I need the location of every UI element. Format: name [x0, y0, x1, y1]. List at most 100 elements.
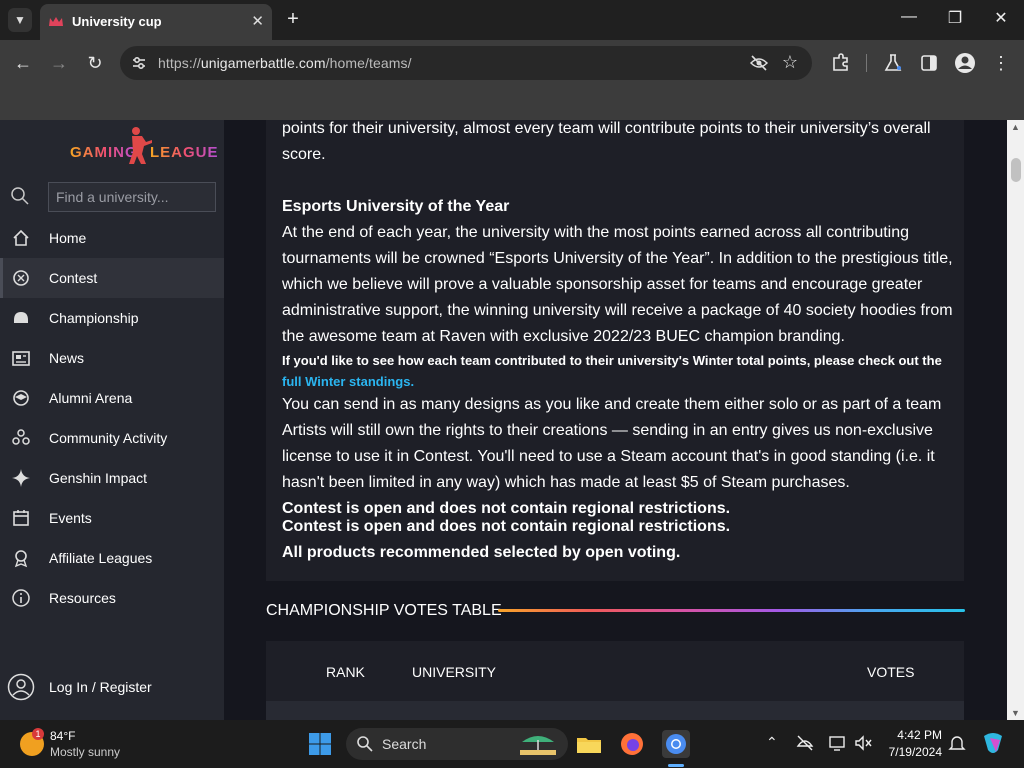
search-input[interactable]	[48, 182, 216, 212]
profile-avatar-icon[interactable]	[954, 52, 976, 74]
restore-icon[interactable]: ❐	[944, 8, 966, 28]
scroll-up-arrow-icon[interactable]: ▲	[1007, 122, 1024, 132]
sidebar: GAMING LEAGUE Home Contest Championship …	[0, 120, 224, 720]
minimize-icon[interactable]: —	[898, 8, 920, 26]
rule-line-3: All products recommended selected by ope…	[282, 544, 681, 561]
scrollbar-thumb[interactable]	[1011, 158, 1021, 182]
column-header-votes[interactable]: VOTES	[867, 664, 914, 680]
search-icon	[357, 736, 373, 752]
new-tab-button[interactable]: +	[282, 8, 304, 30]
tab-search-dropdown-icon[interactable]: ▼	[8, 8, 32, 32]
bookmark-star-icon[interactable]: ☆	[782, 52, 798, 73]
tab-close-icon[interactable]: ✕	[251, 12, 264, 30]
designs-paragraph: You can send in as many designs as you l…	[282, 396, 942, 491]
side-panel-icon[interactable]	[918, 52, 940, 74]
calendar-icon	[13, 510, 29, 526]
windows-start-icon[interactable]	[308, 732, 332, 756]
crown-favicon-icon	[49, 17, 63, 26]
scroll-down-arrow-icon[interactable]: ▼	[1007, 708, 1024, 718]
file-explorer-icon[interactable]	[575, 730, 603, 758]
sidebar-item-label: Resources	[49, 590, 116, 606]
university-of-year-paragraph: At the end of each year, the university …	[282, 224, 953, 345]
copilot-icon[interactable]	[980, 730, 1006, 756]
sidebar-item-label: Home	[49, 230, 87, 246]
bookmark-bar	[0, 86, 1024, 120]
sidebar-item-label: Community Activity	[49, 430, 168, 446]
column-header-rank[interactable]: RANK	[326, 664, 365, 680]
search-highlight-beach-icon	[520, 736, 556, 755]
address-bar[interactable]: https://unigamerbattle.com/home/teams/ ☆	[120, 46, 812, 80]
helmet-icon	[14, 312, 28, 323]
taskbar-search-box[interactable]: Search	[346, 728, 568, 760]
page-viewport: GAMING LEAGUE Home Contest Championship …	[0, 120, 1024, 720]
sidebar-item-championship[interactable]: Championship	[0, 298, 224, 338]
browser-toolbar: ← → ↻ https://unigamerbattle.com/home/te…	[0, 40, 1024, 86]
sidebar-item-affiliate-leagues[interactable]: Affiliate Leagues	[0, 538, 224, 578]
labs-flask-icon[interactable]	[882, 52, 904, 74]
home-icon	[13, 229, 29, 246]
tab-title: University cup	[72, 14, 162, 29]
page-scrollbar[interactable]: ▲ ▼	[1007, 120, 1024, 720]
weather-temperature[interactable]: 84°F	[50, 729, 75, 743]
forward-icon[interactable]: →	[48, 52, 70, 74]
url-text[interactable]: https://unigamerbattle.com/home/teams/	[158, 55, 412, 71]
sidebar-item-label: News	[49, 350, 85, 366]
browser-menu-icon[interactable]: ⋮	[990, 52, 1012, 74]
back-icon[interactable]: ←	[12, 52, 34, 74]
sidebar-item-label: Alumni Arena	[49, 390, 133, 406]
network-offline-icon[interactable]	[796, 734, 814, 752]
site-settings-icon[interactable]	[130, 54, 148, 72]
clock-time[interactable]: 4:42 PM	[884, 728, 942, 742]
sidebar-item-community-activity[interactable]: Community Activity	[0, 418, 224, 458]
sidebar-item-news[interactable]: News	[0, 338, 224, 378]
sidebar-item-genshin-impact[interactable]: Genshin Impact	[0, 458, 224, 498]
windows-taskbar: 1 84°F Mostly sunny Search ⌃ 4:42 PM 7/1…	[0, 720, 1024, 768]
chrome-icon[interactable]	[662, 730, 690, 758]
close-window-icon[interactable]: ✕	[990, 8, 1012, 28]
full-winter-standings-link[interactable]: full Winter standings.	[282, 374, 414, 389]
gradient-divider	[498, 609, 965, 612]
sidebar-item-events[interactable]: Events	[0, 498, 224, 538]
browser-titlebar: ▼ University cup ✕ + — ❐ ✕	[0, 0, 1024, 40]
weather-description[interactable]: Mostly sunny	[50, 745, 120, 759]
firefox-icon[interactable]	[618, 730, 646, 758]
community-icon	[12, 429, 30, 445]
browser-tab[interactable]: University cup ✕	[40, 4, 272, 40]
votes-table-header: RANK UNIVERSITY VOTES	[266, 641, 964, 701]
sidebar-item-resources[interactable]: Resources	[0, 578, 224, 618]
sidebar-item-contest[interactable]: Contest	[0, 258, 224, 298]
sidebar-item-home[interactable]: Home	[0, 218, 224, 258]
section-heading: Esports University of the Year	[282, 198, 510, 215]
sidebar-item-alumni-arena[interactable]: Alumni Arena	[0, 378, 224, 418]
weather-notification-badge: 1	[32, 728, 44, 740]
login-register-label: Log In / Register	[49, 679, 152, 695]
tray-overflow-icon[interactable]: ⌃	[766, 734, 778, 751]
sidebar-item-label: Genshin Impact	[49, 470, 148, 486]
display-icon[interactable]	[828, 734, 846, 752]
notification-bell-icon[interactable]	[948, 734, 966, 752]
toolbar-divider	[866, 54, 867, 72]
reload-icon[interactable]: ↻	[84, 52, 106, 74]
sidebar-item-label: Contest	[49, 270, 98, 286]
standings-note: If you'd like to see how each team contr…	[282, 353, 942, 389]
gaming-league-logo[interactable]: GAMING LEAGUE	[70, 126, 218, 170]
graduation-cap-icon	[13, 390, 29, 406]
clock-date[interactable]: 7/19/2024	[878, 745, 942, 759]
volume-muted-icon[interactable]	[854, 734, 872, 752]
active-app-indicator	[668, 764, 684, 767]
table-row[interactable]	[266, 701, 964, 720]
university-search	[0, 180, 224, 214]
tracking-protection-icon[interactable]	[750, 54, 768, 72]
sidebar-item-label: Events	[49, 510, 92, 526]
login-register-link[interactable]: Log In / Register	[0, 667, 224, 707]
column-header-university[interactable]: UNIVERSITY	[412, 664, 496, 680]
search-icon	[11, 187, 29, 205]
sparkle-star-icon	[12, 469, 30, 487]
user-avatar-icon	[7, 673, 35, 701]
sidebar-item-label: Affiliate Leagues	[49, 550, 153, 566]
intro-paragraph: points for their university, almost ever…	[282, 120, 931, 163]
logo-text-right: LEAGUE	[150, 144, 219, 161]
extensions-icon[interactable]	[830, 52, 852, 74]
article-card: points for their university, almost ever…	[266, 120, 964, 581]
award-ribbon-icon	[14, 550, 28, 568]
